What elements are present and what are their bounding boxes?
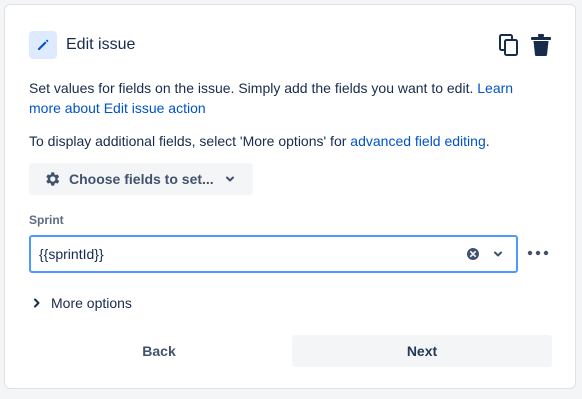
chevron-right-icon (33, 298, 41, 308)
trash-icon[interactable] (529, 31, 553, 59)
edit-issue-panel: Edit issue Set values for fields on the … (4, 4, 576, 389)
page-title: Edit issue (66, 36, 136, 53)
advanced-field-editing-link[interactable]: advanced field editing (350, 133, 485, 149)
panel-header: Edit issue (29, 29, 553, 61)
header-tools (497, 31, 553, 59)
more-options-label: More options (51, 295, 132, 311)
choose-fields-button[interactable]: Choose fields to set... (29, 163, 253, 195)
more-actions-icon[interactable] (525, 241, 551, 265)
description-line-2: To display additional fields, select 'Mo… (29, 131, 545, 151)
more-options-toggle[interactable]: More options (33, 295, 132, 311)
description-end: . (485, 133, 490, 149)
chevron-down-icon (224, 173, 236, 185)
sprint-select-value: {{sprintId}} (39, 246, 104, 262)
chevron-down-icon[interactable] (492, 248, 504, 260)
sprint-select[interactable]: {{sprintId}} (29, 235, 518, 273)
gear-icon (43, 170, 61, 188)
sprint-field-label: Sprint (29, 213, 64, 227)
copy-icon[interactable] (497, 31, 521, 59)
description-text-2: To display additional fields, select 'Mo… (29, 133, 351, 149)
description-text-1: Set values for fields on the issue. Simp… (29, 80, 478, 96)
choose-fields-label: Choose fields to set... (69, 171, 214, 187)
description-line-1: Set values for fields on the issue. Simp… (29, 78, 545, 118)
back-button[interactable]: Back (29, 335, 289, 367)
clear-icon[interactable] (466, 247, 480, 261)
pencil-icon (29, 31, 57, 59)
next-button[interactable]: Next (292, 335, 552, 367)
